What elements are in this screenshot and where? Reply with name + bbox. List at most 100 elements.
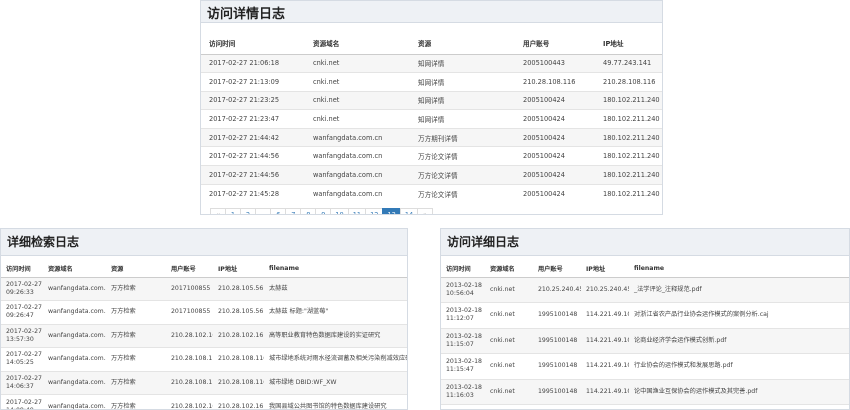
table-cell: 2005100424 xyxy=(515,109,595,129)
table-cell: 2013-02-18 11:15:47 xyxy=(441,353,485,379)
column-header: 访问时间 xyxy=(1,261,43,278)
table-cell: 对浙江省农产品行业协会运作模式的案例分析.caj xyxy=(629,302,849,328)
table-cell: cnki.net xyxy=(305,109,410,129)
pagination-page-1[interactable]: 1 xyxy=(225,207,241,214)
column-header: filename xyxy=(629,261,849,278)
table-cell: 2017-02-27 21:23:25 xyxy=(201,90,305,110)
table-cell: 论中国渔业互保协会的运作模式及其完善.pdf xyxy=(629,378,849,405)
table-cell: 114.221.49.101 xyxy=(581,353,629,379)
table-cell: 49.77.243.141 xyxy=(595,53,662,73)
pagination-page-12[interactable]: 12 xyxy=(365,207,384,214)
pagination-page-2[interactable]: 2 xyxy=(240,207,256,214)
column-header: 用户账号 xyxy=(166,261,213,278)
pagination-page-13[interactable]: 13 xyxy=(382,207,401,214)
table-cell: 210.28.105.56 xyxy=(213,300,264,324)
table-cell: wanfangdata.com.cn xyxy=(305,146,410,166)
pagination-page-11[interactable]: 11 xyxy=(347,207,367,214)
search-detail-table: 访问时间 资源域名 资源 用户账号 IP地址 filename 2017-02-27 09… xyxy=(1,261,407,409)
table-row: 2017-02-27 09:26:33wanfangdata.com.cn万方检… xyxy=(1,276,407,301)
table-cell: 2017-02-27 21:23:47 xyxy=(201,109,305,129)
panel-title: 访问详细日志 xyxy=(441,229,849,256)
table-cell: cnki.net xyxy=(485,327,533,354)
table-header-row: 访问时间 资源域名 用户账号 IP地址 filename xyxy=(441,261,849,278)
table-cell: 180.102.211.240 xyxy=(595,90,662,110)
table-row: 2013-02-18 11:12:07 cnki.net 1995100148 114… xyxy=(441,302,849,328)
table-cell: 知网详情 xyxy=(410,109,515,129)
pagination-page-8[interactable]: 8 xyxy=(300,207,317,214)
table-row: 2013-02-18 11:15:47 cnki.net 1995100148 114… xyxy=(441,353,849,379)
panel-title: 访问详情日志 xyxy=(201,1,662,23)
table-header-row: 访问时间 资源域名 资源 用户账号 IP地址 filename xyxy=(1,261,407,278)
table-cell: wanfangdata.com.cn xyxy=(305,183,410,203)
table-cell: wanfangdata.com.cn xyxy=(43,276,106,301)
table-row: 2017-02-27 21:13:09 cnki.net 知网详情 210.28.10… xyxy=(201,72,662,92)
column-header: 资源域名 xyxy=(43,261,106,278)
table-cell: 180.102.211.240 xyxy=(595,146,662,166)
table-cell: 210.28.102.16 xyxy=(166,323,213,348)
table-cell: 行业协会的运作模式和发展思路.pdf xyxy=(629,353,849,379)
table-cell: 2017-02-27 09:26:33 xyxy=(1,276,43,301)
table-cell: 210.28.105.56 xyxy=(213,276,264,301)
table-cell: 2005100424 xyxy=(515,90,595,110)
access-detail-table: 访问时间 资源域名 用户账号 IP地址 filename 2013-02-18 10:5… xyxy=(441,261,849,409)
table-cell: 2005100443 xyxy=(515,53,595,73)
table-cell: 万方检索 xyxy=(106,347,166,371)
table-row: 2017-02-27 21:44:56 wanfangdata.com.cn 万方论… xyxy=(201,146,662,166)
pagination-page-9[interactable]: 9 xyxy=(315,207,332,214)
table-cell: 知网详情 xyxy=(410,53,515,73)
table-cell: 1995100148 xyxy=(533,378,581,405)
table-cell: 2013-02-18 11:16:03 xyxy=(441,378,485,405)
table-cell: 万方检索 xyxy=(106,323,166,348)
table-row: 2017-02-27 13:57:30wanfangdata.com.cn万方检… xyxy=(1,323,407,348)
table-cell: 1995100148 xyxy=(533,353,581,379)
table-cell: 180.102.211.240 xyxy=(595,183,662,203)
table-cell: 2013-02-18 10:56:04 xyxy=(441,276,485,303)
pagination-page-14[interactable]: 14 xyxy=(399,207,419,214)
table-cell: 万方期刊详情 xyxy=(410,127,515,147)
visit-detail-table: 访问时间 资源域名 资源 用户账号 IP地址 2017-02-27 21:06:18 cn… xyxy=(201,33,662,203)
table-cell: 180.102.211.240 xyxy=(595,109,662,129)
table-row: 2017-02-27 21:44:56 wanfangdata.com.cn 万方论… xyxy=(201,165,662,185)
pagination: «12...67891011121314» xyxy=(210,207,662,214)
table-cell: 对浙江省农产品行业协会运作模式的案例分析.pdf xyxy=(629,404,849,409)
pagination-prev-button[interactable]: « xyxy=(210,207,226,214)
table-cell: 114.221.49.101 xyxy=(581,378,629,405)
visit-detail-log-panel: 访问详情日志 访问时间 资源域名 资源 用户账号 IP地址 2017-02-27 21:… xyxy=(200,0,663,215)
pagination-page-7[interactable]: 7 xyxy=(285,207,302,214)
pagination-page-10[interactable]: 10 xyxy=(330,207,349,214)
column-header: 资源 xyxy=(410,33,515,55)
pagination-next-button[interactable]: » xyxy=(417,207,434,214)
table-cell: cnki.net xyxy=(305,72,410,92)
table-cell: 万方检索 xyxy=(106,276,166,301)
table-cell: wanfangdata.com.cn xyxy=(43,300,106,324)
table-cell: 210.28.108.116 xyxy=(213,370,264,395)
pagination-ellipsis[interactable]: ... xyxy=(255,207,272,214)
column-header: 资源域名 xyxy=(485,261,533,278)
table-cell: 论商业经济学会运作模式创新.pdf xyxy=(629,327,849,354)
table-cell: 210.28.102.16 xyxy=(213,323,264,348)
table-cell: 2017100855 xyxy=(166,276,213,301)
table-cell: 114.221.49.101 xyxy=(581,404,629,409)
table-cell: 2017-02-27 21:44:42 xyxy=(201,127,305,147)
table-cell: wanfangdata.com.cn xyxy=(43,323,106,348)
table-cell: 知网详情 xyxy=(410,72,515,92)
table-cell: 2017-02-27 21:44:56 xyxy=(201,165,305,185)
column-header: IP地址 xyxy=(213,261,264,278)
table-cell: 210.28.108.116 xyxy=(166,347,213,371)
table-cell: 114.221.49.101 xyxy=(581,302,629,328)
table-cell: 2005100424 xyxy=(515,165,595,185)
table-cell: 210.28.108.116 xyxy=(595,72,662,92)
pagination-page-6[interactable]: 6 xyxy=(270,207,287,214)
table-cell: 太赫兹 xyxy=(264,276,407,301)
table-cell: wanfangdata.com.cn xyxy=(43,370,106,395)
table-cell: 1995100148 xyxy=(533,302,581,328)
table-cell: 2017-02-27 09:26:47 xyxy=(1,300,43,324)
table-cell: 万方检索 xyxy=(106,300,166,324)
column-header: 用户账号 xyxy=(515,33,595,55)
table-cell: 万方论文详情 xyxy=(410,146,515,166)
table-cell: 万方论文详情 xyxy=(410,165,515,185)
table-row: 2017-02-27 21:06:18 cnki.net 知网详情 200510044… xyxy=(201,53,662,73)
table-row: 2017-02-27 14:06:37wanfangdata.com.cn万方检… xyxy=(1,370,407,395)
table-cell: cnki.net xyxy=(485,353,533,379)
table-cell: 210.28.108.116 xyxy=(213,347,264,371)
